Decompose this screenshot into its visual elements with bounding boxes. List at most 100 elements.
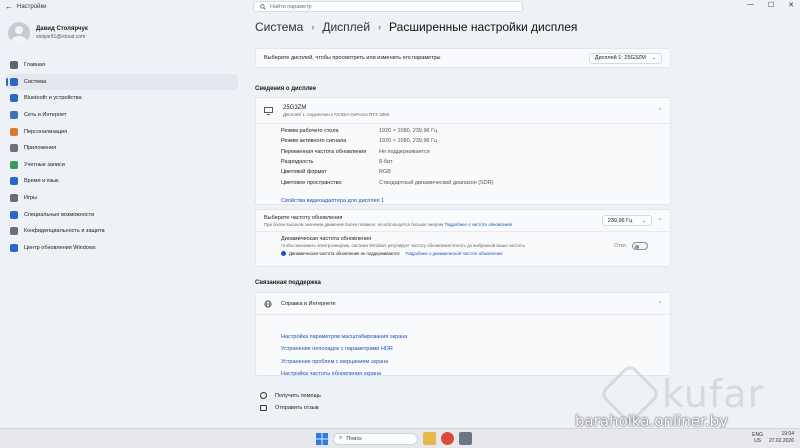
windows-start-icon[interactable] (316, 432, 328, 445)
sidebar-item-7[interactable]: Время и язык (6, 173, 238, 190)
dynamic-refresh-more-link[interactable]: Подробнее о динамической частоте обновле… (406, 251, 503, 256)
sidebar-item-6[interactable]: Учетные записи (6, 157, 238, 174)
sidebar-item-label: Игры (24, 195, 37, 202)
refresh-rate-label: Выберите частоту обновления (264, 214, 343, 221)
settings-icon[interactable] (459, 432, 472, 445)
info-value: Не поддерживается (379, 148, 430, 155)
monitor-sub: Дисплей 1: подключен к NVIDIA GeForce RT… (283, 111, 390, 117)
file-explorer-icon[interactable] (423, 432, 436, 445)
update-icon (10, 243, 18, 252)
chevron-up-icon[interactable]: ⌃ (658, 301, 662, 307)
sidebar-item-4[interactable]: Персонализация (6, 123, 238, 140)
sidebar-item-label: Время и язык (24, 178, 59, 185)
help-icon (260, 392, 267, 399)
sidebar-item-label: Учетные записи (24, 161, 65, 168)
chevron-right-icon: › (378, 22, 382, 32)
globe-icon (264, 299, 272, 308)
taskbar-search[interactable]: ⌕ Поиск (333, 432, 418, 445)
taskbar: ⌕ Поиск ENG US 19:04 27.02.2026 (0, 428, 800, 448)
user-profile[interactable]: Давид Столярчук stolyar91@icloud.com (8, 22, 88, 44)
support-card: Справка в Интернете ⌃ Настройка параметр… (255, 292, 671, 377)
search-box[interactable] (253, 1, 523, 12)
display-info-header[interactable]: 25G3ZM Дисплей 1: подключен к NVIDIA GeF… (256, 98, 670, 124)
gamepad-icon (10, 194, 18, 203)
support-section-title: Связанная поддержка (255, 280, 321, 286)
sidebar-item-11[interactable]: Центр обновления Windows (6, 240, 238, 257)
info-key: Режим рабочего стола (281, 128, 339, 135)
adapter-properties-link[interactable]: Свойства видеоадаптера для дисплея 1 (281, 198, 384, 204)
chevron-down-icon: ⌄ (651, 55, 656, 61)
sidebar-item-label: Bluetooth и устройства (24, 95, 82, 102)
search-icon (260, 3, 266, 10)
profile-name: Давид Столярчук (36, 26, 88, 32)
info-row: Цветовой формат RGB (281, 167, 670, 177)
kufar-watermark: kufar (598, 362, 764, 426)
account-icon (10, 160, 18, 169)
info-value: 8-бит (379, 159, 393, 166)
region-indicator: US (754, 438, 762, 444)
toggle-state-label: Откл. (614, 243, 627, 249)
refresh-rate-more-link[interactable]: Подробнее о частоте обновления (445, 222, 512, 227)
display-info-rows: Режим рабочего стола 1920 × 1080, 239,96 … (256, 124, 670, 188)
sidebar-item-label: Система (24, 78, 47, 85)
chrome-icon[interactable] (441, 432, 454, 445)
accessibility-icon (10, 210, 18, 219)
sidebar-nav: Главная Система Bluetooth и устройства Сеть… (6, 57, 238, 256)
dynamic-refresh-note: Динамическая частота обновления не подде… (289, 251, 400, 256)
sidebar-item-2[interactable]: Bluetooth и устройства (6, 90, 238, 107)
info-value: 1920 × 1080, 239,96 Гц (379, 138, 438, 145)
back-arrow-icon[interactable]: ← (3, 1, 15, 13)
chevron-right-icon: › (311, 22, 315, 32)
sidebar-item-8[interactable]: Игры (6, 190, 238, 207)
search-icon: ⌕ (339, 435, 343, 441)
minimize-button[interactable]: — (747, 1, 754, 9)
sidebar-item-0[interactable]: Главная (6, 57, 238, 74)
choose-display-card: Выберите дисплей, чтобы просмотреть или … (255, 48, 671, 68)
get-help-link[interactable]: Получить помощь (260, 392, 321, 399)
chevron-up-icon[interactable]: ⌃ (658, 108, 662, 114)
globe-clock-icon (10, 177, 18, 186)
monitor-name: 25G3ZM (283, 104, 307, 111)
chevron-down-icon: ⌄ (641, 217, 646, 224)
network-icon (10, 111, 18, 120)
refresh-rate-select[interactable]: 239,96 Гц ⌄ (601, 215, 652, 226)
search-input[interactable] (270, 3, 510, 10)
clock-time[interactable]: 19:04 (769, 431, 794, 438)
refresh-rate-sub: При более высоком значении движение боле… (264, 221, 444, 227)
info-key: Цветовой формат (281, 169, 327, 176)
breadcrumb-system[interactable]: Система (255, 20, 303, 34)
home-icon (10, 61, 18, 70)
info-row: Переменная частота обновления Не поддержи… (281, 147, 670, 157)
refresh-rate-value: 239,96 Гц (607, 217, 633, 224)
sidebar-item-label: Сеть и Интернет (24, 112, 67, 119)
sidebar-item-label: Специальные возможности (24, 211, 95, 218)
dynamic-refresh-label: Динамическая частота обновления (281, 236, 372, 242)
close-button[interactable]: ✕ (788, 1, 794, 9)
maximize-button[interactable]: ☐ (768, 1, 774, 9)
get-help-label: Получить помощь (275, 392, 321, 399)
choose-display-label: Выберите дисплей, чтобы просмотреть или … (264, 55, 441, 61)
display-select[interactable]: Дисплей 1: 25G3ZM ⌄ (588, 52, 662, 64)
breadcrumb-display[interactable]: Дисплей (322, 20, 370, 34)
chevron-up-icon[interactable]: ⌃ (658, 218, 662, 224)
window-controls: — ☐ ✕ (747, 1, 794, 9)
info-key: Цветовое пространство (281, 179, 342, 186)
online-help-header[interactable]: Справка в Интернете ⌃ (256, 293, 670, 315)
support-link[interactable]: Настройка частоты обновления экрана (281, 371, 381, 377)
sidebar-item-1[interactable]: Система (6, 73, 238, 91)
bluetooth-icon (10, 94, 18, 103)
system-icon (10, 77, 18, 86)
taskbar-search-label: Поиск (346, 435, 362, 442)
avatar (8, 22, 30, 44)
sidebar-item-5[interactable]: Приложения (6, 140, 238, 157)
send-feedback-link[interactable]: Отправить отзыв (260, 405, 319, 411)
info-row: Режим рабочего стола 1920 × 1080, 239,96 … (281, 126, 670, 136)
info-value: RGB (379, 169, 391, 176)
info-row: Режим активного сигнала 1920 × 1080, 239,… (281, 136, 670, 146)
sidebar-item-3[interactable]: Сеть и Интернет (6, 107, 238, 124)
display-info-card: 25G3ZM Дисплей 1: подключен к NVIDIA GeF… (255, 97, 671, 205)
sidebar-item-10[interactable]: Конфиденциальность и защита (6, 223, 238, 240)
dynamic-refresh-toggle[interactable] (632, 242, 648, 250)
sidebar-item-9[interactable]: Специальные возможности (6, 206, 238, 223)
page-title: Расширенные настройки дисплея (389, 20, 578, 34)
